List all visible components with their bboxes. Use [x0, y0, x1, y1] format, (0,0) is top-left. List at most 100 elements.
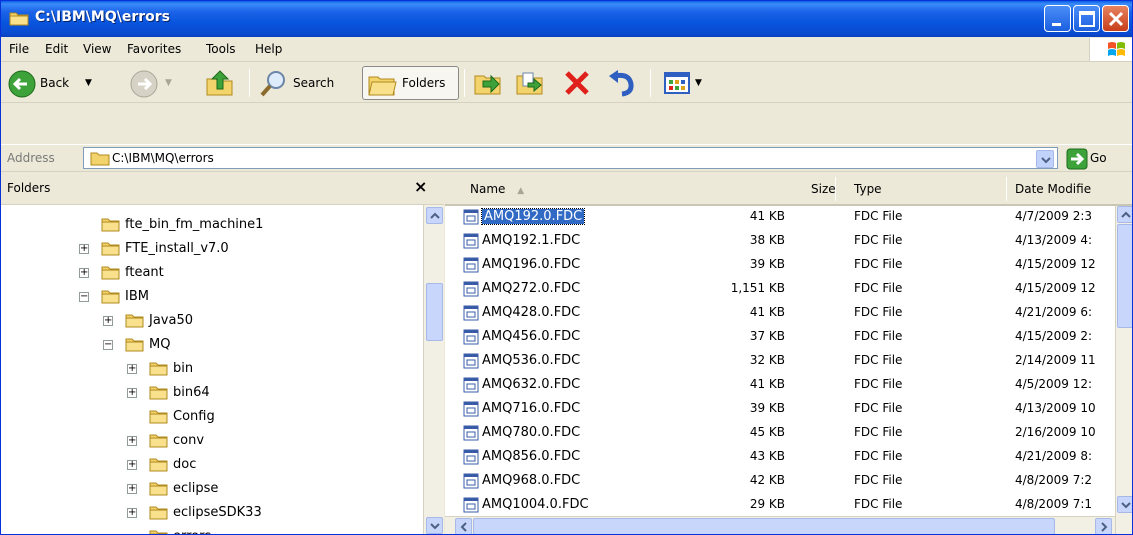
menu-view[interactable]: View — [83, 42, 111, 56]
tree-item-java50[interactable]: + Java50 — [1, 310, 421, 334]
tree-item-ibm[interactable]: − IBM — [1, 286, 421, 310]
file-row[interactable]: AMQ856.0.FDC 43 KB FDC File 4/21/2009 8: — [445, 446, 1115, 470]
close-pane-icon[interactable]: × — [414, 177, 427, 196]
menu-file[interactable]: File — [9, 42, 29, 56]
views-button[interactable]: ▼ — [662, 67, 706, 99]
search-button[interactable]: Search — [257, 67, 353, 99]
folder-icon — [149, 386, 168, 400]
file-row[interactable]: AMQ716.0.FDC 39 KB FDC File 4/13/2009 10 — [445, 398, 1115, 422]
forward-button[interactable]: ▼ — [129, 67, 181, 99]
views-dropdown-icon[interactable]: ▼ — [695, 78, 702, 88]
close-button[interactable] — [1102, 5, 1129, 32]
toolbar-separator — [249, 69, 250, 97]
scroll-up-button[interactable] — [1117, 206, 1132, 223]
fdc-file-icon — [463, 377, 479, 393]
file-row[interactable]: AMQ1004.0.FDC 29 KB FDC File 4/8/2009 7:1 — [445, 494, 1115, 518]
tree-item-eclipsesdk33[interactable]: + eclipseSDK33 — [1, 502, 421, 526]
collapse-icon[interactable]: − — [79, 292, 89, 302]
expand-icon[interactable]: + — [79, 244, 89, 254]
menu-favorites[interactable]: Favorites — [127, 42, 181, 56]
expand-icon[interactable]: + — [127, 436, 137, 446]
folder-icon — [149, 530, 168, 534]
file-row[interactable]: AMQ192.1.FDC 38 KB FDC File 4/13/2009 4: — [445, 230, 1115, 254]
address-input[interactable]: C:\IBM\MQ\errors — [83, 147, 1058, 169]
column-header-name[interactable]: Name ▲ — [470, 182, 524, 196]
tree-item-errors[interactable]: errors — [1, 526, 421, 534]
delete-button[interactable] — [561, 67, 593, 99]
file-type: FDC File — [854, 473, 903, 487]
file-row[interactable]: AMQ272.0.FDC 1,151 KB FDC File 4/15/2009 12 — [445, 278, 1115, 302]
tree-item-fte-install-v7-0[interactable]: + FTE_install_v7.0 — [1, 238, 421, 262]
file-row[interactable]: AMQ196.0.FDC 39 KB FDC File 4/15/2009 12 — [445, 254, 1115, 278]
scroll-thumb[interactable] — [473, 518, 1055, 534]
column-header-size[interactable]: Size — [811, 182, 836, 196]
scroll-right-button[interactable] — [1095, 518, 1112, 534]
file-row[interactable]: AMQ456.0.FDC 37 KB FDC File 4/15/2009 2: — [445, 326, 1115, 350]
expand-icon[interactable]: + — [127, 460, 137, 470]
menu-tools[interactable]: Tools — [206, 42, 236, 56]
sort-ascending-icon: ▲ — [517, 186, 525, 196]
folders-vertical-scrollbar[interactable] — [423, 205, 444, 534]
scroll-thumb[interactable] — [426, 283, 443, 341]
go-button[interactable]: Go — [1066, 148, 1126, 170]
file-row[interactable]: AMQ780.0.FDC 45 KB FDC File 2/16/2009 10 — [445, 422, 1115, 446]
maximize-button[interactable] — [1073, 5, 1100, 32]
files-vertical-scrollbar[interactable] — [1115, 206, 1132, 534]
folders-button[interactable]: Folders — [362, 66, 459, 100]
tree-item-bin[interactable]: + bin — [1, 358, 421, 382]
tree-item-label: FTE_install_v7.0 — [125, 241, 229, 256]
expand-icon[interactable]: + — [127, 484, 137, 494]
scroll-left-button[interactable] — [455, 518, 472, 534]
tree-item-doc[interactable]: + doc — [1, 454, 421, 478]
tree-item-conv[interactable]: + conv — [1, 430, 421, 454]
chevron-left-icon — [460, 522, 467, 532]
expand-icon[interactable]: + — [127, 388, 137, 398]
file-row[interactable]: AMQ536.0.FDC 32 KB FDC File 2/14/2009 11 — [445, 350, 1115, 374]
expand-icon[interactable]: + — [127, 364, 137, 374]
minimize-button[interactable] — [1044, 5, 1071, 32]
address-label: Address — [7, 151, 55, 165]
file-name: AMQ272.0.FDC — [482, 281, 581, 296]
scroll-thumb[interactable] — [1117, 224, 1132, 328]
files-horizontal-scrollbar[interactable] — [445, 516, 1115, 534]
undo-button[interactable] — [605, 67, 637, 99]
scroll-up-button[interactable] — [426, 207, 443, 224]
title-bar[interactable]: C:\IBM\MQ\errors — [1, 1, 1132, 37]
back-dropdown-icon[interactable]: ▼ — [85, 78, 92, 88]
tree-item-eclipse[interactable]: + eclipse — [1, 478, 421, 502]
file-row[interactable]: AMQ192.0.FDC 41 KB FDC File 4/7/2009 2:3 — [445, 206, 1115, 230]
collapse-icon[interactable]: − — [103, 340, 113, 350]
column-divider[interactable] — [1006, 177, 1007, 201]
file-row[interactable]: AMQ968.0.FDC 42 KB FDC File 4/8/2009 7:2 — [445, 470, 1115, 494]
column-header-date-modified[interactable]: Date Modifie — [1015, 182, 1091, 196]
file-size: 38 KB — [749, 233, 785, 247]
file-date-modified: 4/15/2009 12 — [1015, 257, 1096, 271]
scroll-down-button[interactable] — [1117, 496, 1132, 513]
copy-to-button[interactable] — [514, 67, 546, 99]
up-folder-button[interactable] — [204, 67, 238, 99]
tree-item-fteant[interactable]: + fteant — [1, 262, 421, 286]
chevron-up-icon — [1121, 211, 1131, 218]
tree-item-fte-bin-fm-machine1[interactable]: fte_bin_fm_machine1 — [1, 214, 421, 238]
file-name: AMQ196.0.FDC — [482, 257, 581, 272]
folder-icon — [149, 506, 168, 520]
scroll-down-button[interactable] — [426, 517, 443, 534]
menu-help[interactable]: Help — [255, 42, 282, 56]
forward-dropdown-icon[interactable]: ▼ — [165, 78, 172, 88]
file-row[interactable]: AMQ632.0.FDC 41 KB FDC File 4/5/2009 12: — [445, 374, 1115, 398]
address-dropdown-button[interactable] — [1036, 150, 1054, 168]
column-header-type[interactable]: Type — [854, 182, 882, 196]
move-to-button[interactable] — [472, 67, 504, 99]
expand-icon[interactable]: + — [79, 268, 89, 278]
menu-edit[interactable]: Edit — [45, 42, 68, 56]
expand-icon[interactable]: + — [127, 508, 137, 518]
back-button[interactable]: Back ▼ — [7, 67, 115, 99]
file-row[interactable]: AMQ428.0.FDC 41 KB FDC File 4/21/2009 6: — [445, 302, 1115, 326]
tree-item-bin64[interactable]: + bin64 — [1, 382, 421, 406]
tree-item-config[interactable]: Config — [1, 406, 421, 430]
tree-item-mq[interactable]: − MQ — [1, 334, 421, 358]
chevron-right-icon — [1101, 522, 1108, 532]
tree-item-label: eclipse — [173, 481, 219, 496]
expand-icon[interactable]: + — [103, 316, 113, 326]
fdc-file-icon — [463, 257, 479, 273]
